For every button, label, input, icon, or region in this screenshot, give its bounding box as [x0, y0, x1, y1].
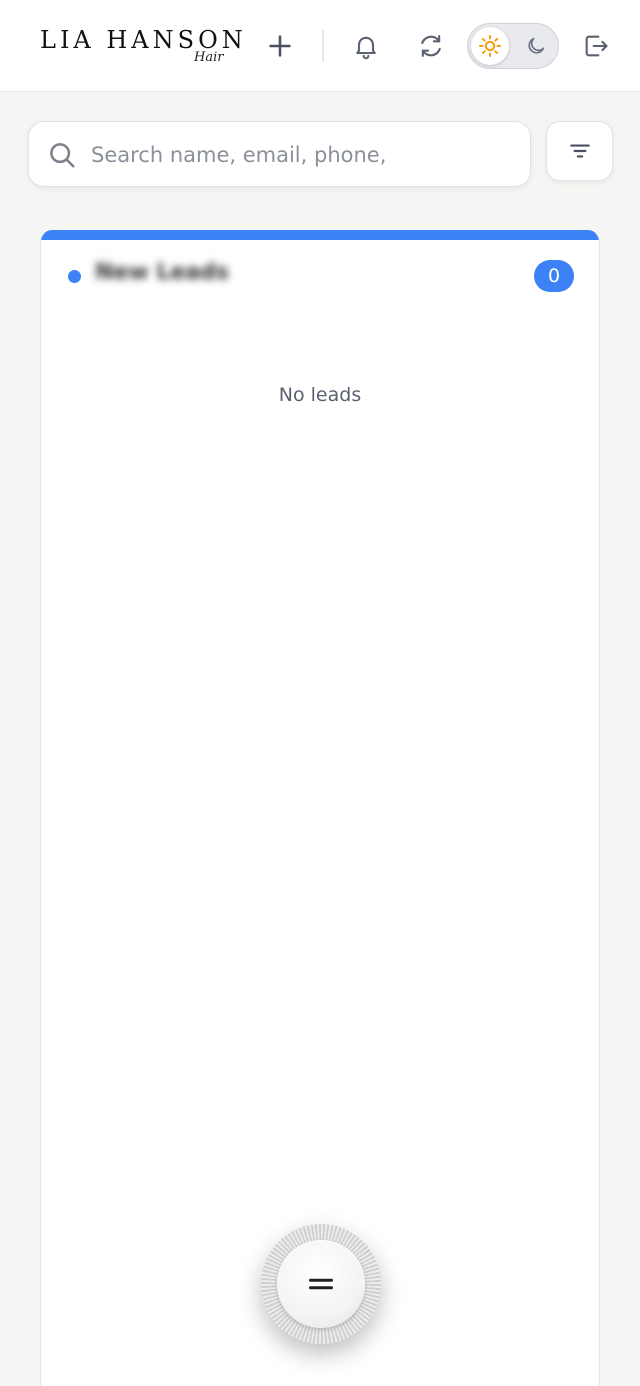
menu-icon [309, 1278, 333, 1290]
plus-icon [269, 35, 291, 57]
search-input[interactable] [91, 132, 511, 178]
refresh-icon [421, 35, 441, 57]
logout-button[interactable] [576, 26, 616, 66]
add-button[interactable] [260, 26, 300, 66]
filter-icon [569, 144, 590, 158]
brand-logo[interactable]: LIA HANSON Hair [40, 26, 243, 72]
logout-icon [585, 35, 608, 57]
column-count-badge: 0 [534, 260, 574, 292]
logo-script: Hair [194, 50, 224, 65]
notifications-button[interactable] [346, 26, 386, 66]
search-icon [50, 143, 75, 168]
bell-icon [356, 36, 376, 60]
filter-button[interactable] [546, 121, 613, 181]
top-header: LIA HANSON Hair [0, 0, 640, 92]
column-status-dot [68, 270, 81, 283]
search-box [28, 121, 531, 187]
theme-toggle[interactable] [467, 23, 559, 69]
header-divider [322, 30, 324, 62]
refresh-button[interactable] [411, 26, 451, 66]
column-title: New Leads [95, 260, 229, 285]
menu-dial-button[interactable] [261, 1224, 381, 1344]
menu-dial-face [277, 1240, 365, 1328]
leads-column: New Leads 0 No leads [40, 230, 600, 1386]
column-accent-bar [41, 230, 599, 240]
theme-knob [471, 27, 509, 65]
sun-icon [479, 35, 501, 57]
empty-state-text: No leads [278, 384, 362, 406]
moon-icon-wrap [524, 34, 548, 58]
moon-icon [528, 37, 545, 54]
